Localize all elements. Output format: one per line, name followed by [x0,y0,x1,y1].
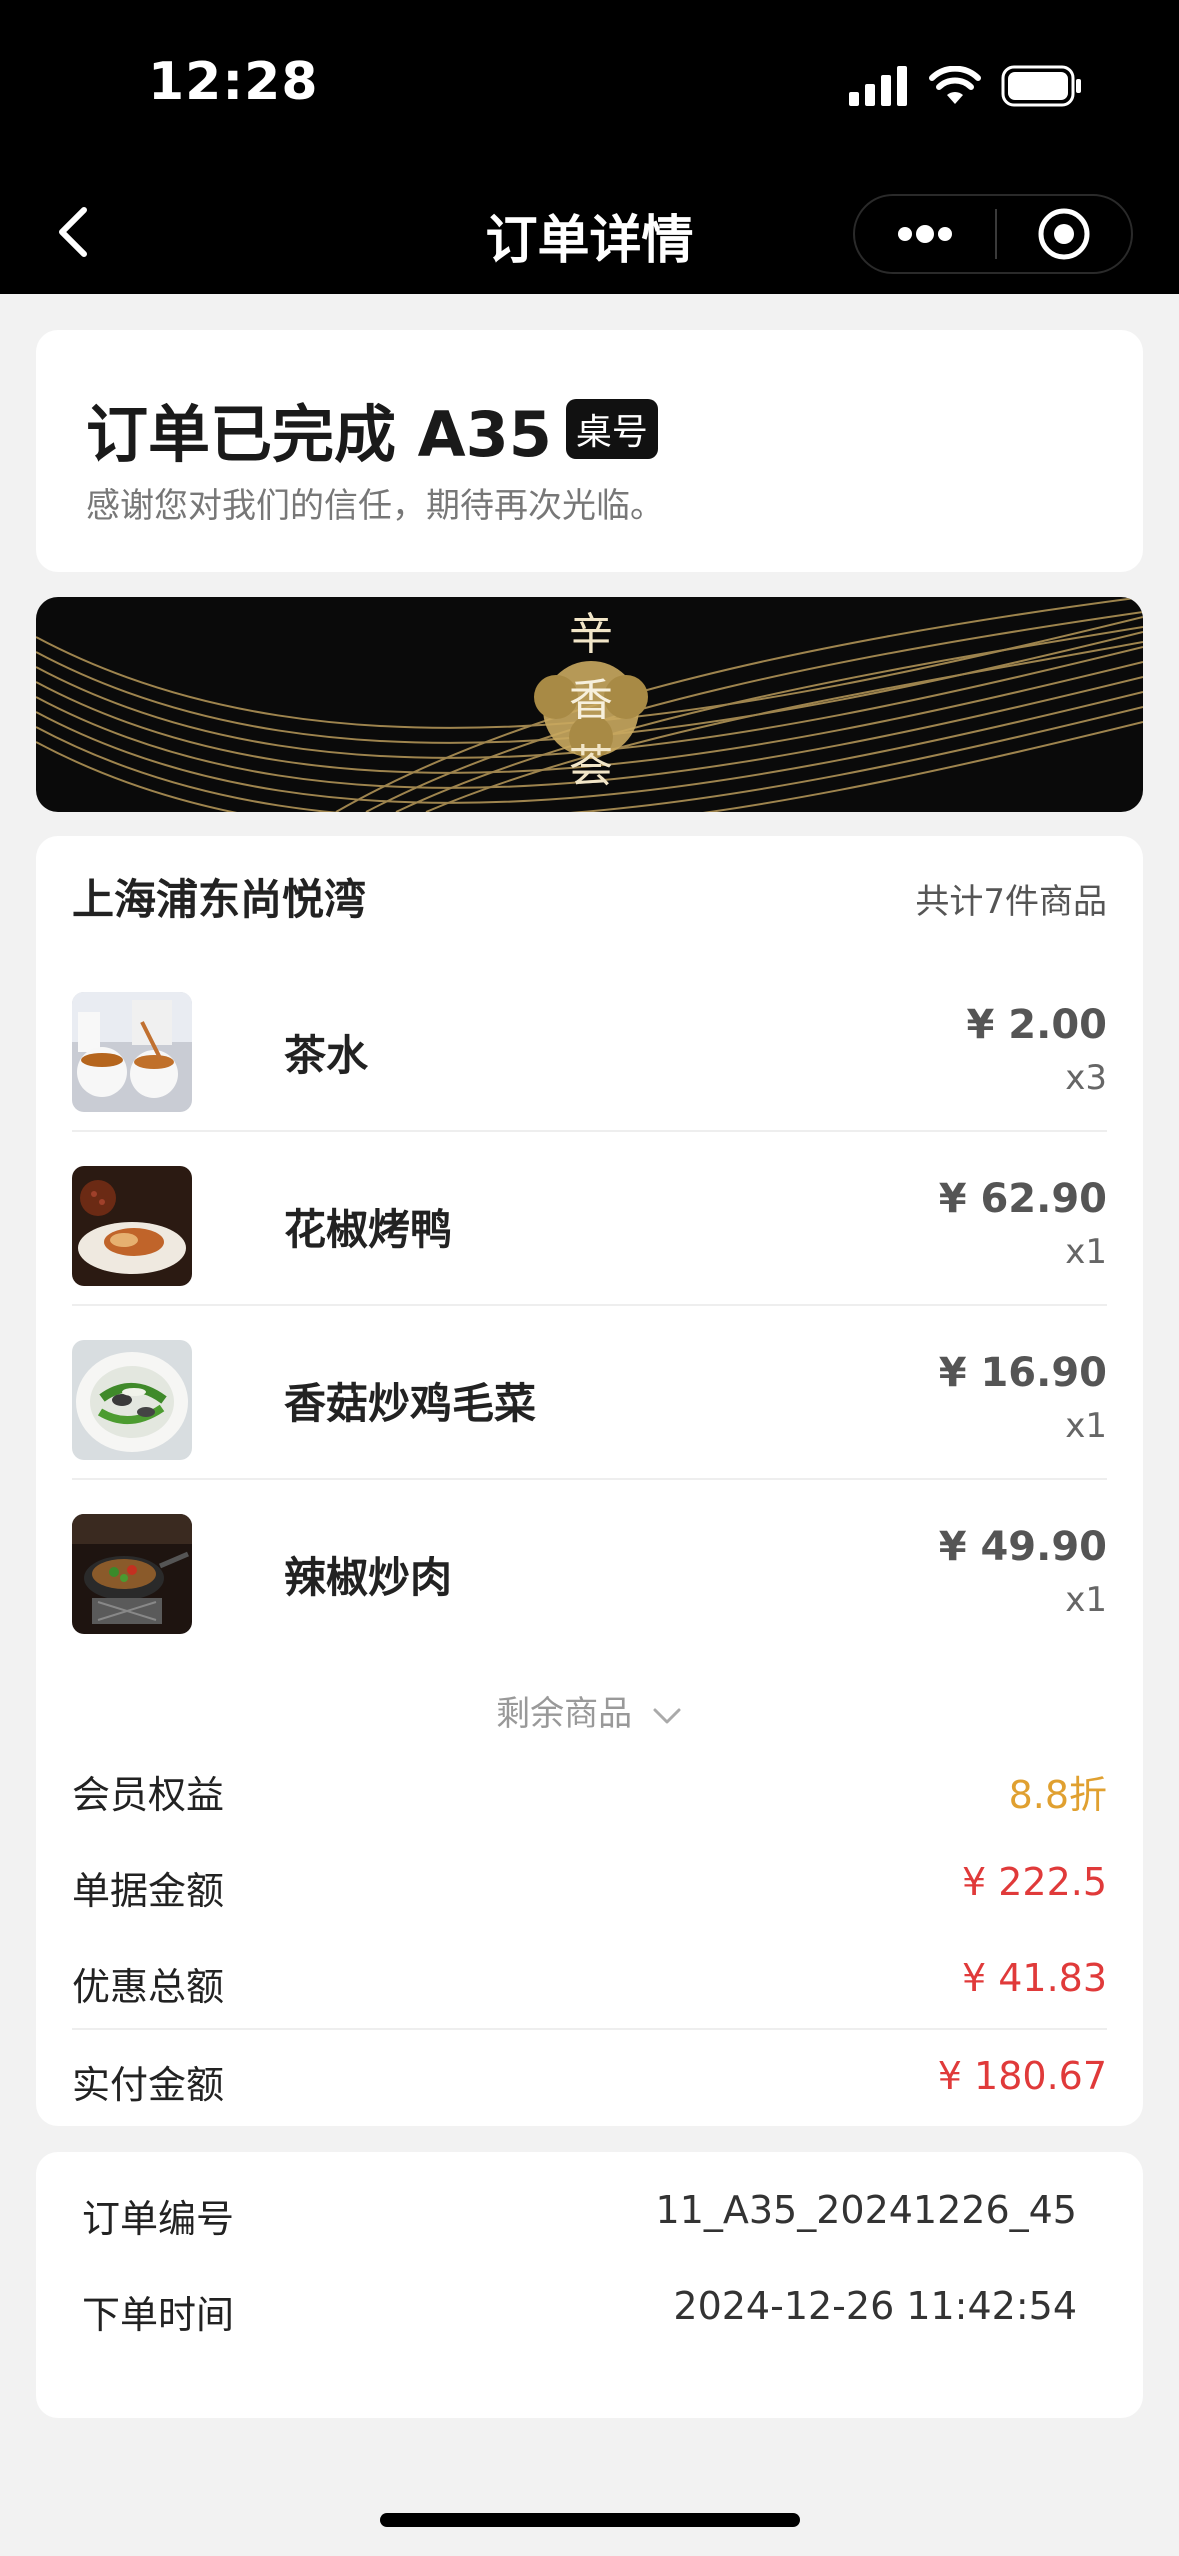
remaining-items-label: 剩余商品 [496,1694,633,1734]
item-quantity: x1 [1065,1406,1107,1446]
summary-label: 实付金额 [72,2063,225,2107]
item-price: ¥ 16.90 [938,1350,1107,1396]
item-quantity: x1 [1065,1580,1107,1620]
list-item[interactable]: 花椒烤鸭 ¥ 62.90 x1 [72,1132,1107,1306]
item-quantity: x1 [1065,1232,1107,1272]
item-price: ¥ 49.90 [938,1524,1107,1570]
list-item[interactable]: 茶水 ¥ 2.00 x3 [72,958,1107,1132]
close-miniprogram-button[interactable] [997,196,1131,272]
bill-amount-row: 单据金额 ¥ 222.5 [72,1854,1107,1914]
item-name: 辣椒炒肉 [284,1553,453,1602]
discount-total-row: 优惠总额 ¥ 41.83 [72,1950,1107,2010]
paid-amount-row: 实付金额 ¥ 180.67 [72,2048,1107,2108]
status-time: 12:28 [148,52,319,112]
battery-icon [1001,65,1081,107]
member-benefit-row: 会员权益 8.8折 [72,1758,1107,1818]
greens-image [72,1340,192,1460]
item-name: 香菇炒鸡毛菜 [284,1379,537,1428]
brand-logo: 辛 香 荟 [534,609,648,792]
signal-icon [849,66,907,106]
item-count: 共计7件商品 [915,882,1107,922]
show-remaining-items-button[interactable]: 剩余商品 [36,1686,1143,1735]
order-number-label: 订单编号 [82,2197,235,2241]
order-time-row: 下单时间 2024-12-26 11:42:54 [82,2284,1077,2339]
wifi-icon [929,66,981,104]
chili-pork-image [72,1514,192,1634]
item-quantity: x3 [1065,1058,1107,1098]
item-name: 茶水 [284,1031,369,1080]
list-item[interactable]: 辣椒炒肉 ¥ 49.90 x1 [72,1480,1107,1654]
item-price: ¥ 62.90 [938,1176,1107,1222]
order-time-label: 下单时间 [82,2293,235,2337]
table-number-badge: 桌号 [565,399,658,459]
logo-char-1: 辛 [569,609,613,660]
more-button[interactable] [855,196,995,272]
order-status-title: 订单已完成 A35 桌号 [86,384,658,474]
home-indicator[interactable] [380,2513,800,2527]
summary-label: 单据金额 [72,1869,225,1913]
nav-bar: 订单详情 [0,170,1179,294]
logo-char-3: 荟 [569,741,613,792]
logo-char-2: 香 [569,675,613,726]
store-name: 上海浦东尚悦湾 [72,875,367,924]
status-bar: 12:28 [0,0,1179,170]
summary-label: 优惠总额 [72,1965,225,2009]
item-price: ¥ 2.00 [966,1002,1107,1048]
summary-value: 8.8折 [1008,1773,1107,1817]
gold-lines-pattern: 辛 香 荟 [36,597,1143,812]
target-circle-icon [1038,208,1090,260]
tea-image [72,992,192,1112]
order-number-value: 11_A35_20241226_45 [655,2188,1077,2232]
status-icons [849,62,1083,110]
order-status-card: 订单已完成 A35 桌号 感谢您对我们的信任，期待再次光临。 [36,330,1143,572]
summary-value: ¥ 41.83 [961,1956,1107,2000]
divider [72,2028,1107,2030]
thank-you-message: 感谢您对我们的信任，期待再次光临。 [86,486,664,526]
brand-banner: 辛 香 荟 [36,597,1143,812]
summary-value: ¥ 222.5 [961,1860,1107,1904]
order-number-row: 订单编号 11_A35_20241226_45 [82,2188,1077,2243]
more-dots-icon [898,225,952,243]
roast-duck-image [72,1166,192,1286]
mini-program-capsule [853,194,1133,274]
summary-label: 会员权益 [72,1773,225,1817]
chevron-down-icon [653,1708,681,1723]
item-name: 花椒烤鸭 [284,1205,453,1254]
list-item[interactable]: 香菇炒鸡毛菜 ¥ 16.90 x1 [72,1306,1107,1480]
order-status-text: 订单已完成 A35 [86,398,552,471]
order-info-card: 订单编号 11_A35_20241226_45 下单时间 2024-12-26 … [36,2152,1143,2418]
order-items-card: 上海浦东尚悦湾 共计7件商品 茶水 ¥ 2.00 x3 花椒烤鸭 ¥ 62.90… [36,836,1143,2126]
order-time-value: 2024-12-26 11:42:54 [673,2284,1077,2328]
summary-value: ¥ 180.67 [937,2054,1107,2098]
